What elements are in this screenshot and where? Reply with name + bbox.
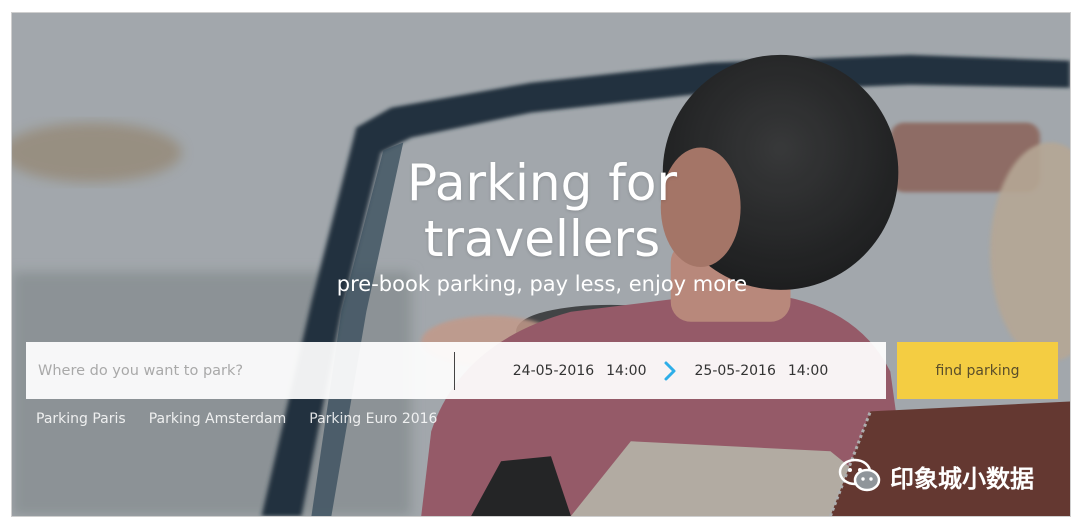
end-date: 25-05-2016 bbox=[694, 362, 776, 379]
hero-subtitle: pre-book parking, pay less, enjoy more bbox=[336, 272, 748, 296]
hero-title-line1: Parking for bbox=[406, 154, 678, 212]
end-time: 14:00 bbox=[787, 362, 829, 379]
link-parking-amsterdam[interactable]: Parking Amsterdam bbox=[149, 411, 287, 427]
wechat-icon bbox=[838, 458, 881, 492]
start-time: 14:00 bbox=[606, 362, 647, 379]
watermark: 印象城小数据 bbox=[838, 458, 1034, 494]
search-bar: 24-05-2016 14:00 25-05-2016 14:00 bbox=[26, 342, 886, 399]
start-date: 24-05-2016 bbox=[512, 362, 595, 379]
find-parking-button[interactable]: find parking bbox=[897, 342, 1058, 399]
hero-banner: Parking for travellers pre-book parking,… bbox=[11, 12, 1071, 517]
hero-title-line2: travellers bbox=[423, 210, 661, 268]
chevron-right-icon bbox=[664, 361, 675, 380]
link-parking-paris[interactable]: Parking Paris bbox=[36, 411, 126, 427]
hero-title: Parking for travellers bbox=[12, 154, 1070, 268]
watermark-text: 印象城小数据 bbox=[890, 464, 1034, 493]
link-parking-euro-2016[interactable]: Parking Euro 2016 bbox=[309, 411, 437, 427]
end-datetime-picker[interactable]: 25-05-2016 14:00 bbox=[695, 363, 829, 379]
popular-destinations: Parking Paris Parking Amsterdam Parking … bbox=[36, 411, 437, 427]
date-range-picker: 24-05-2016 14:00 25-05-2016 14:00 bbox=[455, 342, 886, 399]
start-datetime-picker[interactable]: 24-05-2016 14:00 bbox=[513, 363, 647, 379]
location-search-input[interactable] bbox=[26, 342, 454, 399]
